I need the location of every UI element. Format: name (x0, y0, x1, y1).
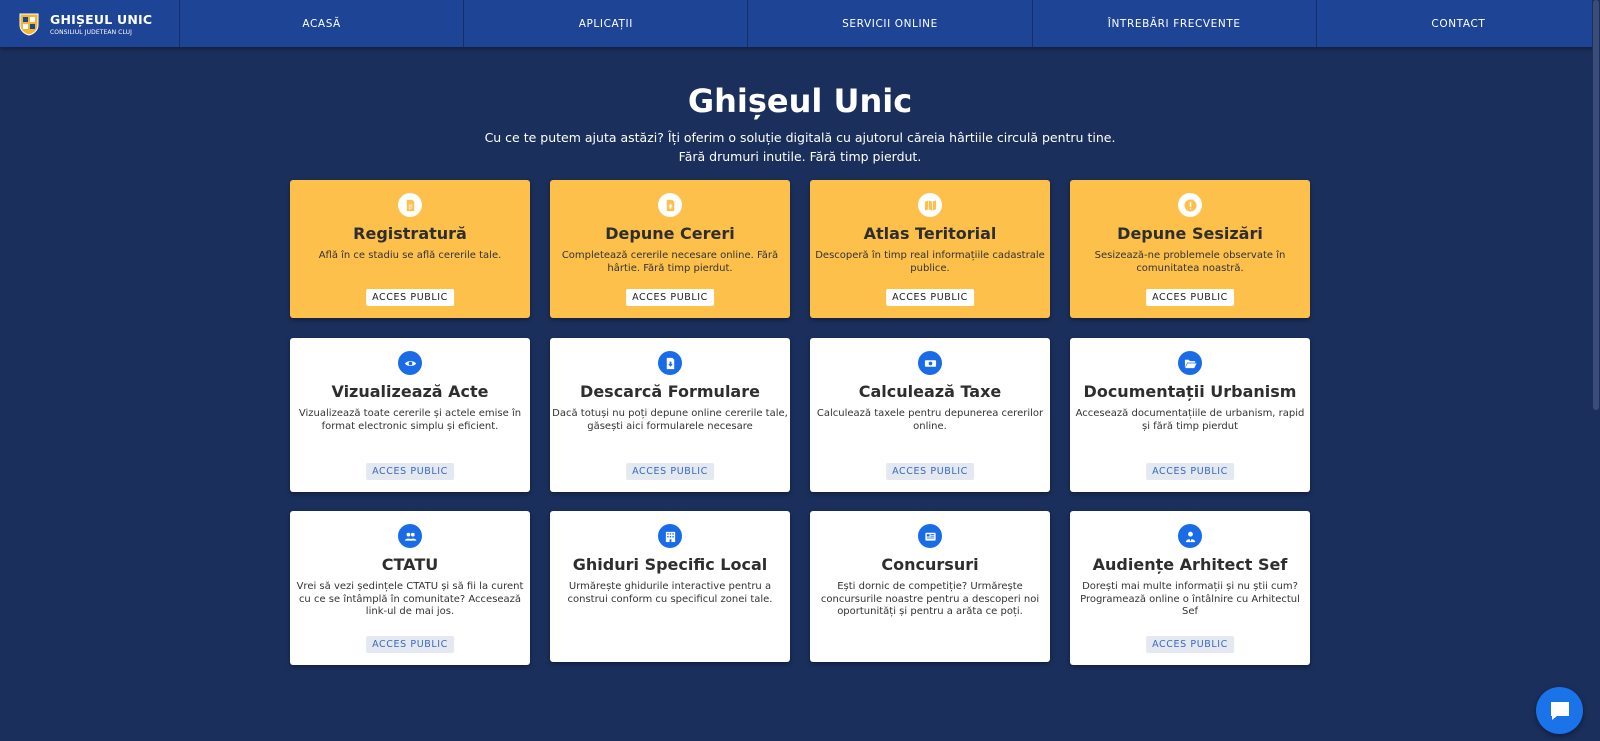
money-icon (918, 351, 942, 375)
logo-icon (19, 13, 39, 36)
eye-icon (398, 351, 422, 375)
card-description: Dorești mai multe informații și nu știi … (1080, 581, 1300, 617)
card-description: Calculează taxele pentru depunerea cerer… (816, 408, 1044, 432)
access-badge[interactable]: ACCES PUBLIC (1146, 636, 1234, 653)
access-badge[interactable]: ACCES PUBLIC (1146, 463, 1234, 480)
hero-line-1: Cu ce te putem ajuta astăzi? Îți oferim … (484, 130, 1116, 145)
card-calculeaza-taxe[interactable]: Calculează Taxe Calculează taxele pentru… (810, 338, 1050, 492)
card-description: Sesizează-ne problemele observate în com… (1094, 250, 1286, 274)
card-title: Calculează Taxe (858, 382, 1002, 401)
card-description: Dacă totuși nu poți depune online cereri… (552, 408, 788, 432)
access-badge[interactable]: ACCES PUBLIC (366, 463, 454, 480)
card-ctatu[interactable]: CTATU Vrei să vezi ședințele CTATU și să… (290, 511, 530, 665)
access-badge[interactable]: ACCES PUBLIC (1146, 289, 1234, 306)
card-description: Ești dornic de competiție? Urmărește con… (820, 581, 1040, 617)
card-title: Audiențe Arhitect Sef (1092, 555, 1288, 574)
nav-acasa[interactable]: ACASĂ (180, 0, 465, 47)
building-icon (658, 524, 682, 548)
nav-contact[interactable]: CONTACT (1317, 0, 1600, 47)
card-title: Vizualizează Acte (331, 382, 489, 401)
card-title: Documentații Urbanism (1083, 382, 1297, 401)
card-title: Registratură (353, 224, 467, 243)
card-description: Completează cererile necesare online. Fă… (561, 250, 779, 274)
card-description: Descoperă în timp real informațiile cada… (815, 250, 1045, 274)
card-documentatii-urbanism[interactable]: Documentații Urbanism Accesează document… (1070, 338, 1310, 492)
access-badge[interactable]: ACCES PUBLIC (886, 463, 974, 480)
access-badge[interactable]: ACCES PUBLIC (366, 636, 454, 653)
access-badge[interactable]: ACCES PUBLIC (626, 463, 714, 480)
file-download-icon (658, 351, 682, 375)
folder-open-icon (1178, 351, 1202, 375)
access-badge[interactable]: ACCES PUBLIC (886, 289, 974, 306)
users-icon (398, 524, 422, 548)
top-navbar: GHIȘEUL UNIC CONSILIUL JUDETEAN CLUJ ACA… (0, 0, 1600, 47)
access-badge[interactable]: ACCES PUBLIC (366, 289, 454, 306)
card-ghiduri-specific-local[interactable]: Ghiduri Specific Local Urmărește ghiduri… (550, 511, 790, 662)
nav-intrebari-frecvente[interactable]: ÎNTREBĂRI FRECVENTE (1033, 0, 1317, 47)
card-description: Află în ce stadiu se află cererile tale. (318, 250, 502, 261)
card-depune-cereri[interactable]: Depune Cereri Completează cererile neces… (550, 180, 790, 318)
card-title: Depune Cereri (605, 224, 735, 243)
scrollbar-thumb[interactable] (1593, 0, 1599, 410)
main-nav: ACASĂ APLICAȚII SERVICII ONLINE ÎNTREBĂR… (180, 0, 1600, 47)
card-descarca-formulare[interactable]: Descarcă Formulare Dacă totuși nu poți d… (550, 338, 790, 492)
card-description: Urmărește ghidurile interactive pentru a… (567, 581, 773, 605)
card-title: Descarcă Formulare (580, 382, 760, 401)
page-title: Ghișeul Unic (687, 82, 913, 120)
file-upload-icon (658, 193, 682, 217)
document-icon (398, 193, 422, 217)
card-title: Ghiduri Specific Local (572, 555, 768, 574)
card-title: Concursuri (881, 555, 979, 574)
user-tie-icon (1178, 524, 1202, 548)
card-audiente-arhitect-sef[interactable]: Audiențe Arhitect Sef Dorești mai multe … (1070, 511, 1310, 665)
card-title: CTATU (381, 555, 439, 574)
card-description: Accesează documentațiile de urbanism, ra… (1075, 408, 1305, 432)
chat-button[interactable] (1536, 687, 1583, 734)
card-title: Depune Sesizări (1117, 224, 1263, 243)
newspaper-icon (918, 524, 942, 548)
card-concursuri[interactable]: Concursuri Ești dornic de competiție? Ur… (810, 511, 1050, 662)
card-title: Atlas Teritorial (863, 224, 997, 243)
nav-servicii-online[interactable]: SERVICII ONLINE (748, 0, 1033, 47)
card-atlas-teritorial[interactable]: Atlas Teritorial Descoperă în timp real … (810, 180, 1050, 318)
brand-subtitle: CONSILIUL JUDETEAN CLUJ (50, 28, 132, 36)
nav-aplicatii[interactable]: APLICAȚII (464, 0, 749, 47)
card-vizualizeaza-acte[interactable]: Vizualizează Acte Vizualizează toate cer… (290, 338, 530, 492)
map-icon (918, 193, 942, 217)
access-badge[interactable]: ACCES PUBLIC (626, 289, 714, 306)
card-registratura[interactable]: Registratură Află în ce stadiu se află c… (290, 180, 530, 318)
hero-line-2: Fără drumuri inutile. Fără timp pierdut. (678, 149, 922, 164)
chat-icon (1550, 701, 1569, 720)
card-description: Vrei să vezi ședințele CTATU și să fii l… (296, 581, 524, 617)
brand[interactable]: GHIȘEUL UNIC CONSILIUL JUDETEAN CLUJ (0, 0, 180, 47)
card-description: Vizualizează toate cererile și actele em… (298, 408, 522, 432)
brand-title: GHIȘEUL UNIC (50, 11, 153, 27)
exclamation-icon (1178, 193, 1202, 217)
card-depune-sesizari[interactable]: Depune Sesizări Sesizează-ne problemele … (1070, 180, 1310, 318)
hero-subtitle: Cu ce te putem ajuta astăzi? Îți oferim … (0, 128, 1600, 166)
